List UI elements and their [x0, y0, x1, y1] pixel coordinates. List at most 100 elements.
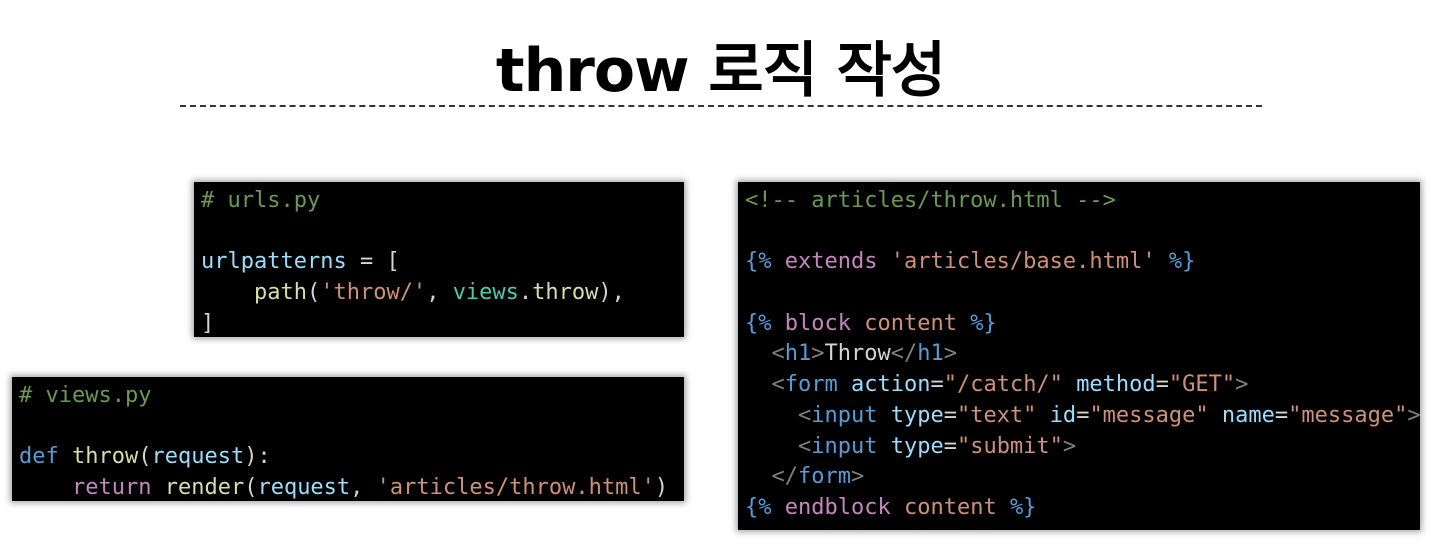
tag-bracket: < [797, 433, 812, 459]
tag-bracket: > [811, 341, 825, 367]
tag-name: h1 [784, 341, 812, 367]
urls-code-block: # urls.py urlpatterns = [ path('throw/',… [194, 182, 684, 337]
code-string: "GET" [1168, 372, 1236, 398]
code-function: path [253, 280, 307, 306]
template-code-block: <!-- articles/throw.html --> {% extends … [738, 182, 1421, 530]
tag-attribute: type [890, 402, 944, 428]
code-text: = [943, 433, 957, 459]
code-text: ] [201, 310, 215, 336]
code-string: "text" [956, 402, 1037, 428]
dashed-divider [180, 105, 1262, 107]
code-text: ) [654, 475, 669, 501]
code-line: # urls.py [201, 186, 677, 217]
template-delimiter: %} [970, 310, 997, 336]
template-delimiter: {% [745, 249, 772, 275]
tag-bracket: < [771, 341, 785, 367]
template-block-name: content [903, 494, 997, 520]
code-text: = [943, 402, 957, 428]
tag-bracket: > [850, 464, 865, 490]
code-text: ( [244, 475, 258, 501]
tag-name: form [784, 372, 838, 398]
page-title: throw 로직 작성 [495, 36, 946, 106]
code-text: = [ [346, 249, 400, 275]
code-function: render [164, 475, 245, 501]
code-text: = [1274, 402, 1289, 428]
code-string: "message" [1288, 402, 1408, 428]
code-text: , [350, 475, 377, 501]
tag-name: h1 [917, 341, 944, 367]
code-line: {% block content %} [745, 309, 1413, 340]
code-text: , [426, 280, 453, 306]
code-text: = [1155, 372, 1169, 398]
code-text: ), [598, 280, 625, 306]
template-delimiter: %} [1168, 249, 1196, 275]
code-function: throw [532, 280, 599, 306]
code-line: {% extends 'articles/base.html' %} [745, 247, 1413, 278]
code-param: request [151, 444, 245, 470]
code-line: <h1>Throw</h1> [745, 339, 1413, 370]
code-text: ): [244, 444, 271, 470]
code-string: "submit" [956, 433, 1063, 459]
views-code-block: # views.py def throw(request): return re… [12, 377, 684, 501]
template-keyword: extends [784, 249, 878, 275]
tag-bracket: < [797, 402, 812, 428]
tag-bracket: </ [890, 341, 918, 367]
code-line: return render(request, 'articles/throw.h… [19, 473, 677, 504]
tag-bracket: > [1407, 402, 1421, 428]
tag-bracket: > [1062, 433, 1077, 459]
tag-attribute: type [890, 433, 944, 459]
code-comment: <!-- articles/throw.html --> [745, 188, 1116, 213]
code-param: request [257, 475, 351, 501]
code-string: "/catch/" [943, 372, 1063, 398]
tag-attribute: method [1076, 372, 1156, 398]
code-line: <input type="text" id="message" name="me… [745, 401, 1421, 432]
code-line: <!-- articles/throw.html --> [745, 186, 1413, 217]
code-line: path('throw/', views.throw), [201, 278, 677, 309]
tag-attribute: name [1221, 402, 1275, 428]
code-text: Throw [824, 341, 891, 367]
template-block-name: content [864, 310, 957, 336]
tag-name: input [811, 433, 878, 459]
code-line: urlpatterns = [ [201, 247, 677, 278]
code-line: def throw(request): [19, 442, 677, 473]
code-line: # views.py [19, 381, 677, 412]
tag-name: form [798, 464, 851, 490]
code-line: <input type="submit"> [745, 432, 1413, 463]
tag-bracket: > [1235, 372, 1249, 398]
code-keyword: def [19, 444, 59, 470]
template-delimiter: %} [1009, 494, 1037, 520]
code-string: 'articles/throw.html' [376, 475, 655, 501]
code-text: = [1076, 402, 1090, 428]
code-module: views [452, 280, 519, 306]
tag-bracket: </ [771, 464, 799, 490]
code-line: ] [201, 309, 677, 340]
code-variable: urlpatterns [201, 249, 347, 275]
code-text: . [518, 280, 533, 306]
code-text: ( [138, 444, 152, 470]
code-line: <form action="/catch/" method="GET"> [745, 370, 1413, 401]
template-delimiter: {% [745, 494, 772, 520]
code-text: ( [306, 280, 321, 306]
template-delimiter: {% [745, 310, 772, 336]
template-keyword: endblock [784, 494, 891, 520]
tag-bracket: < [771, 372, 785, 398]
code-line: </form> [745, 462, 1413, 493]
code-comment: # urls.py [201, 188, 321, 213]
tag-bracket: > [943, 341, 957, 367]
tag-name: input [811, 402, 878, 428]
tag-attribute: action [850, 372, 931, 398]
template-keyword: block [784, 310, 851, 336]
code-string: 'articles/base.html' [890, 249, 1156, 275]
code-line: {% endblock content %} [745, 493, 1413, 524]
code-string: "message" [1089, 402, 1209, 428]
code-keyword: return [71, 475, 152, 501]
code-comment: # views.py [19, 383, 152, 408]
